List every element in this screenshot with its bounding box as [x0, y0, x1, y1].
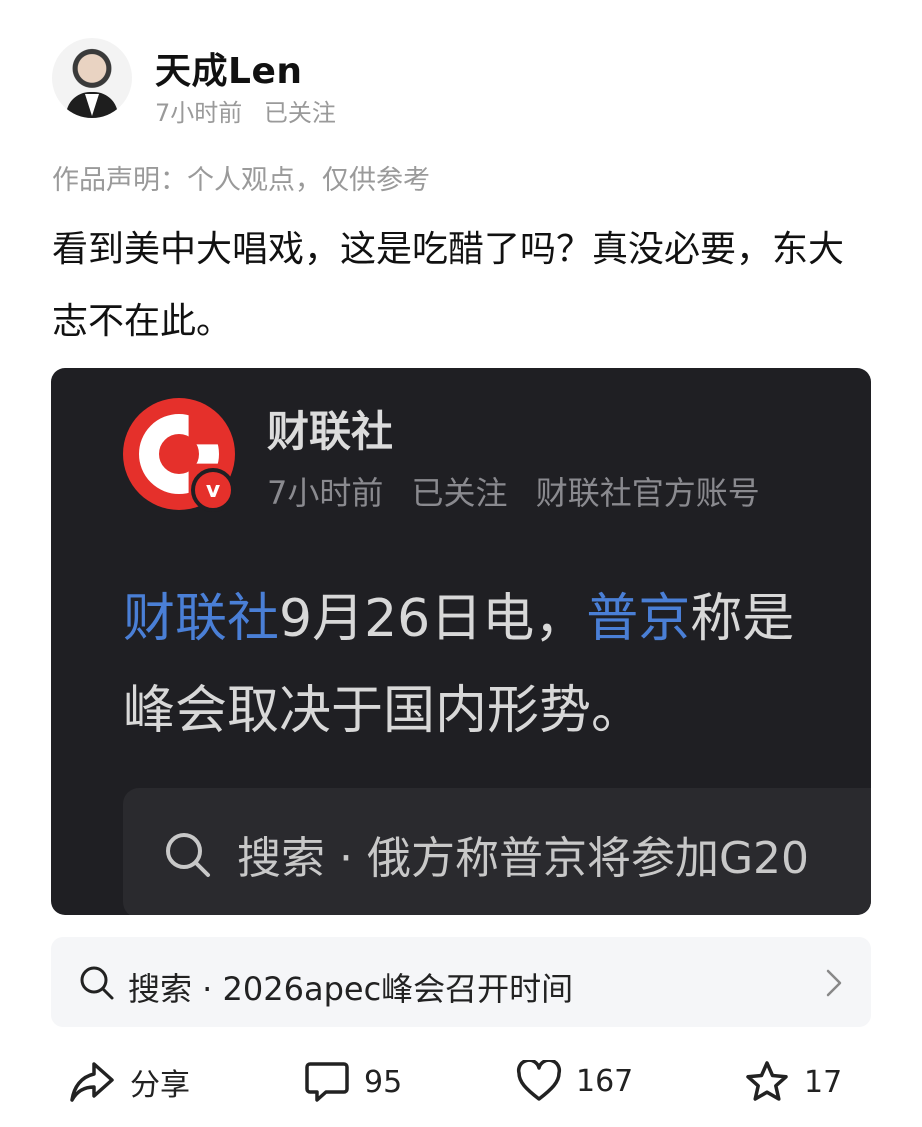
embed-news-text: 财联社9月26日电，普京称是 峰会取决于国内形势。	[123, 573, 871, 757]
verified-badge-icon: v	[191, 468, 235, 512]
embed-text-line2: 峰会取决于国内形势。	[123, 681, 644, 741]
share-button[interactable]: 分享	[68, 1060, 190, 1104]
embed-meta: 7小时前 已关注 财联社官方账号	[267, 468, 760, 514]
related-search-text: 搜索 · 2026apec峰会召开时间	[128, 970, 574, 1008]
post-time: 7小时前	[155, 99, 243, 127]
favorite-count: 17	[804, 1064, 843, 1100]
like-button[interactable]: 167	[516, 1060, 633, 1102]
embed-follow-status: 已关注	[411, 474, 508, 512]
share-icon	[70, 1062, 114, 1102]
content-disclaimer: 作品声明：个人观点，仅供参考	[52, 165, 430, 196]
comment-count: 95	[364, 1064, 403, 1100]
author-meta: 7小时前 已关注	[155, 93, 336, 128]
heart-icon	[516, 1060, 562, 1101]
post-body-text: 看到美中大唱戏，这是吃醋了吗？真没必要，东大志不在此。	[52, 229, 845, 342]
author-avatar[interactable]	[52, 38, 132, 118]
embed-link-source: 财联社	[123, 589, 280, 649]
favorite-button[interactable]: 17	[744, 1060, 842, 1104]
embed-search-bar: 搜索 · 俄方称普京将参加G20	[123, 788, 871, 915]
search-icon	[80, 966, 114, 1000]
post-header: 天成Len 7小时前 已关注	[52, 38, 872, 127]
embed-search-text: 搜索 · 俄方称普京将参加G20	[237, 833, 810, 884]
share-label: 分享	[130, 1068, 190, 1103]
embed-time: 7小时前	[267, 474, 384, 512]
chevron-right-icon	[826, 969, 842, 997]
search-icon	[166, 833, 210, 877]
embed-text-part: 称是	[690, 589, 795, 649]
follow-status[interactable]: 已关注	[264, 99, 336, 127]
author-name[interactable]: 天成Len	[155, 42, 303, 94]
embed-account-name: 财联社	[267, 407, 394, 456]
star-icon	[746, 1061, 788, 1101]
embedded-screenshot[interactable]: v 财联社 7小时前 已关注 财联社官方账号 财联社9月26日电，普京称是 峰会…	[51, 368, 871, 915]
embed-link-person: 普京	[586, 589, 691, 649]
comment-button[interactable]: 95	[304, 1060, 402, 1104]
action-bar: 分享 95 167 17	[0, 1050, 922, 1120]
embed-text-part: 9月26日电，	[279, 589, 587, 649]
embed-account-tag: 财联社官方账号	[535, 474, 760, 512]
like-count: 167	[576, 1063, 634, 1099]
related-search-bar[interactable]: 搜索 · 2026apec峰会召开时间	[51, 937, 871, 1027]
comment-icon	[305, 1062, 349, 1102]
